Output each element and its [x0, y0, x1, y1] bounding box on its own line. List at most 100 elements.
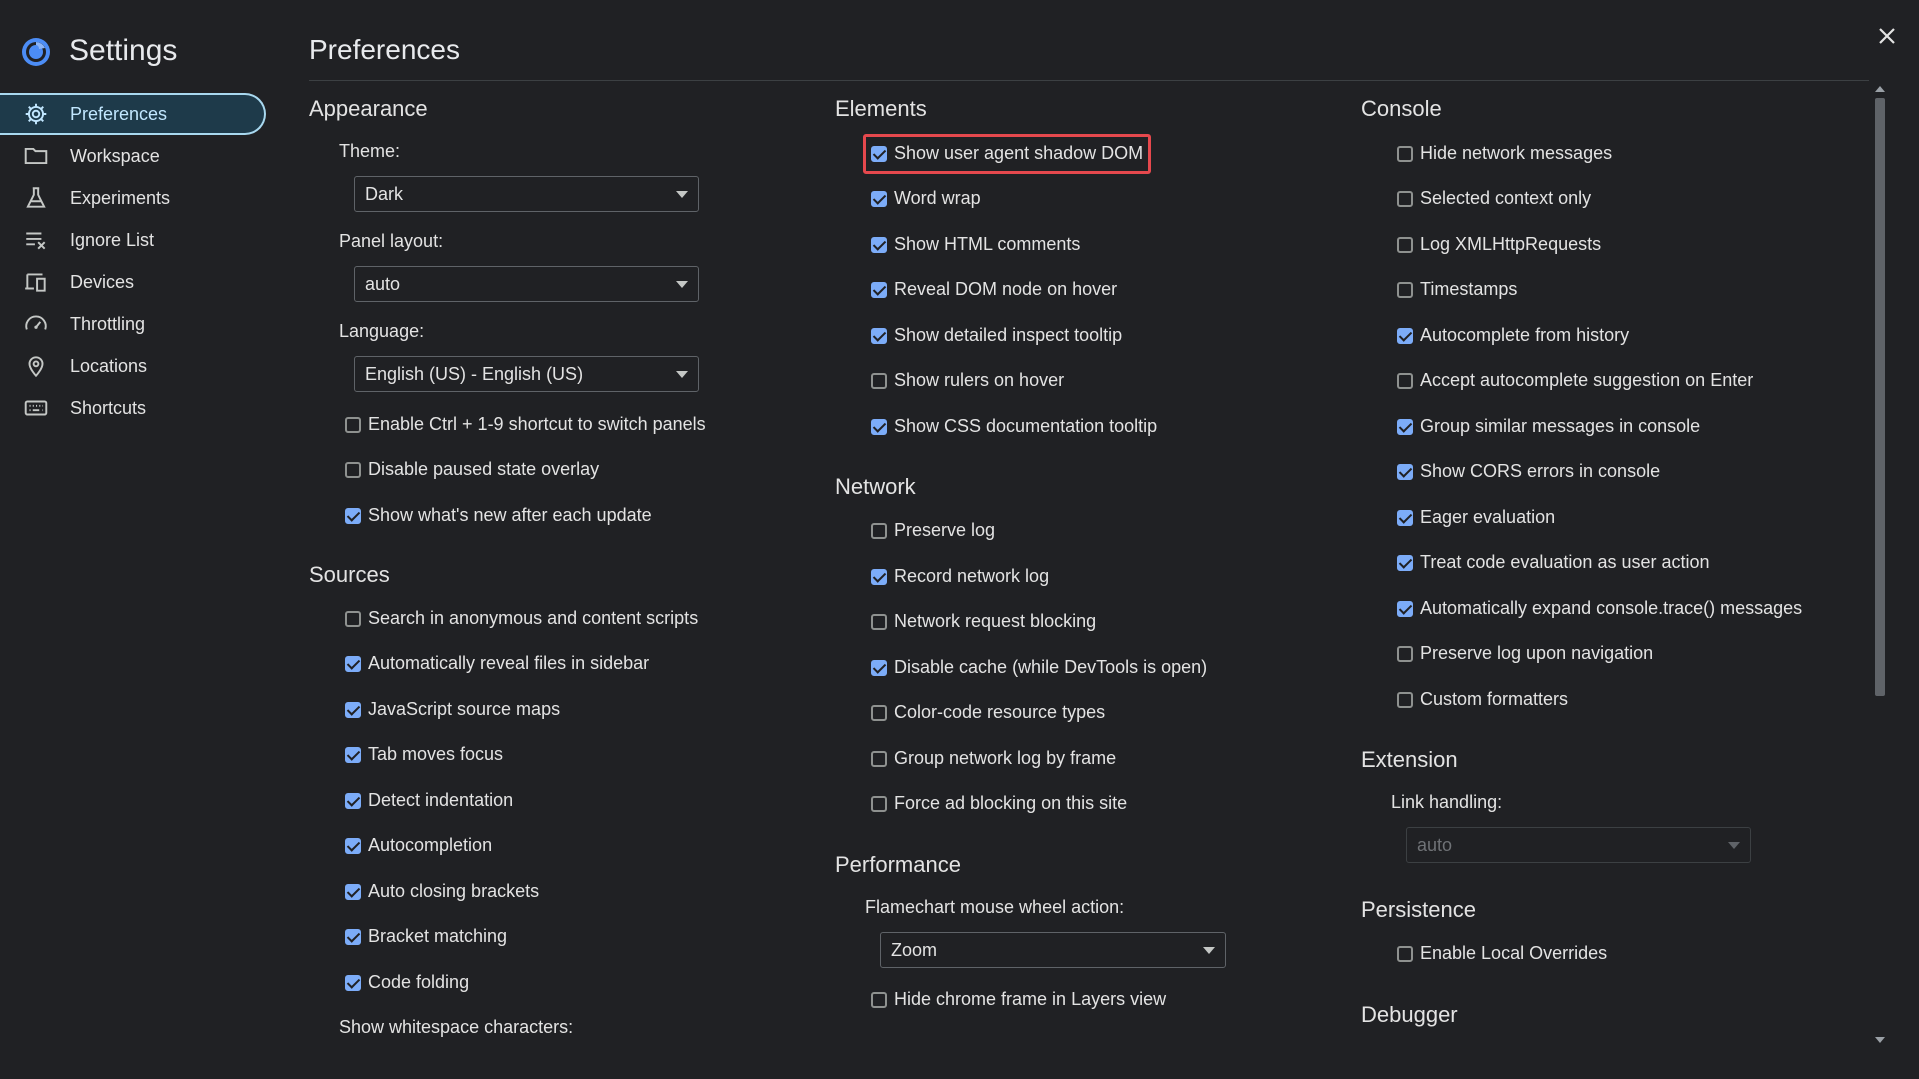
checkbox-color-code-resources[interactable]: Color-code resource types	[871, 702, 1105, 723]
checkbox-box[interactable]	[1397, 600, 1413, 617]
scrollbar-thumb[interactable]	[1875, 98, 1885, 696]
checkbox-record-network-log[interactable]: Record network log	[871, 566, 1049, 587]
checkbox-box[interactable]	[1397, 236, 1413, 253]
checkbox-preserve-log-navigation[interactable]: Preserve log upon navigation	[1397, 643, 1653, 664]
checkbox-box[interactable]	[345, 792, 361, 809]
checkbox-enable-local-overrides[interactable]: Enable Local Overrides	[1397, 943, 1607, 964]
checkbox-box[interactable]	[1397, 945, 1413, 962]
checkbox-code-folding[interactable]: Code folding	[345, 972, 469, 993]
checkbox-box[interactable]	[1397, 372, 1413, 389]
language-select[interactable]: English (US) - English (US)	[354, 356, 699, 392]
checkbox-box[interactable]	[1397, 463, 1413, 480]
checkbox-search-anonymous[interactable]: Search in anonymous and content scripts	[345, 608, 698, 629]
sidebar-item-ignore-list[interactable]: Ignore List	[0, 219, 266, 261]
checkbox-box[interactable]	[345, 883, 361, 900]
checkbox-box[interactable]	[1397, 418, 1413, 435]
checkbox-network-request-blocking[interactable]: Network request blocking	[871, 611, 1096, 632]
theme-select[interactable]: Dark	[354, 176, 699, 212]
checkbox-eager-evaluation[interactable]: Eager evaluation	[1397, 507, 1555, 528]
sidebar-item-preferences[interactable]: Preferences	[0, 93, 266, 135]
checkbox-box[interactable]	[871, 281, 887, 298]
link-handling-select[interactable]: auto	[1406, 827, 1751, 863]
checkbox-detect-indentation[interactable]: Detect indentation	[345, 790, 513, 811]
checkbox-box[interactable]	[871, 704, 887, 721]
checkbox-box[interactable]	[1397, 281, 1413, 298]
close-button[interactable]	[1871, 20, 1903, 52]
checkbox-disable-cache[interactable]: Disable cache (while DevTools is open)	[871, 657, 1207, 678]
sidebar-item-experiments[interactable]: Experiments	[0, 177, 266, 219]
checkbox-box[interactable]	[1397, 645, 1413, 662]
checkbox-box[interactable]	[871, 991, 887, 1008]
sidebar-item-workspace[interactable]: Workspace	[0, 135, 266, 177]
checkbox-box[interactable]	[871, 372, 887, 389]
checkbox-box[interactable]	[345, 416, 361, 433]
checkbox-show-cors-errors[interactable]: Show CORS errors in console	[1397, 461, 1660, 482]
checkbox-box[interactable]	[345, 974, 361, 991]
sidebar-item-locations[interactable]: Locations	[0, 345, 266, 387]
checkbox-box[interactable]	[871, 418, 887, 435]
checkbox-group-by-frame[interactable]: Group network log by frame	[871, 748, 1116, 769]
checkbox-tab-moves-focus[interactable]: Tab moves focus	[345, 744, 503, 765]
checkbox-show-whats-new[interactable]: Show what's new after each update	[345, 505, 652, 526]
checkbox-show-user-agent-shadow-dom[interactable]: Show user agent shadow DOM	[871, 143, 1143, 164]
checkbox-box[interactable]	[345, 928, 361, 945]
scroll-down-arrow-icon[interactable]	[1875, 1037, 1885, 1043]
checkbox-word-wrap[interactable]: Word wrap	[871, 188, 981, 209]
checkbox-box[interactable]	[871, 568, 887, 585]
checkbox-box[interactable]	[871, 236, 887, 253]
checkbox-box[interactable]	[345, 655, 361, 672]
checkbox-js-source-maps[interactable]: JavaScript source maps	[345, 699, 560, 720]
checkbox-box[interactable]	[871, 795, 887, 812]
checkbox-css-documentation-tooltip[interactable]: Show CSS documentation tooltip	[871, 416, 1157, 437]
checkbox-box[interactable]	[345, 746, 361, 763]
checkbox-force-ad-blocking[interactable]: Force ad blocking on this site	[871, 793, 1127, 814]
checkbox-label: Selected context only	[1420, 188, 1592, 208]
checkbox-show-html-comments[interactable]: Show HTML comments	[871, 234, 1080, 255]
checkbox-auto-reveal-files[interactable]: Automatically reveal files in sidebar	[345, 653, 649, 674]
checkbox-auto-closing-brackets[interactable]: Auto closing brackets	[345, 881, 539, 902]
checkbox-preserve-log[interactable]: Preserve log	[871, 520, 995, 541]
checkbox-enable-ctrl-shortcut[interactable]: Enable Ctrl + 1-9 shortcut to switch pan…	[345, 414, 706, 435]
checkbox-box[interactable]	[871, 327, 887, 344]
sidebar-item-throttling[interactable]: Throttling	[0, 303, 266, 345]
checkbox-bracket-matching[interactable]: Bracket matching	[345, 926, 507, 947]
checkbox-box[interactable]	[345, 701, 361, 718]
checkbox-box[interactable]	[1397, 691, 1413, 708]
checkbox-autocomplete-history[interactable]: Autocomplete from history	[1397, 325, 1629, 346]
checkbox-selected-context-only[interactable]: Selected context only	[1397, 188, 1591, 209]
checkbox-box[interactable]	[1397, 190, 1413, 207]
checkbox-autocompletion[interactable]: Autocompletion	[345, 835, 492, 856]
checkbox-box[interactable]	[1397, 327, 1413, 344]
checkbox-log-xmlhttprequests[interactable]: Log XMLHttpRequests	[1397, 234, 1601, 255]
checkbox-hide-network-messages[interactable]: Hide network messages	[1397, 143, 1612, 164]
checkbox-detailed-inspect-tooltip[interactable]: Show detailed inspect tooltip	[871, 325, 1122, 346]
checkbox-box[interactable]	[871, 190, 887, 207]
sidebar-item-devices[interactable]: Devices	[0, 261, 266, 303]
checkbox-box[interactable]	[345, 610, 361, 627]
checkbox-custom-formatters[interactable]: Custom formatters	[1397, 689, 1568, 710]
checkbox-box[interactable]	[871, 522, 887, 539]
flamechart-select[interactable]: Zoom	[880, 932, 1226, 968]
checkbox-box[interactable]	[871, 750, 887, 767]
checkbox-accept-autocomplete-enter[interactable]: Accept autocomplete suggestion on Enter	[1397, 370, 1753, 391]
checkbox-box[interactable]	[345, 461, 361, 478]
checkbox-box[interactable]	[345, 507, 361, 524]
checkbox-show-rulers[interactable]: Show rulers on hover	[871, 370, 1064, 391]
checkbox-box[interactable]	[1397, 554, 1413, 571]
checkbox-box[interactable]	[871, 145, 887, 162]
checkbox-box[interactable]	[871, 613, 887, 630]
checkbox-treat-evaluation-user-action[interactable]: Treat code evaluation as user action	[1397, 552, 1710, 573]
checkbox-hide-chrome-frame[interactable]: Hide chrome frame in Layers view	[871, 989, 1166, 1010]
checkbox-disable-paused-overlay[interactable]: Disable paused state overlay	[345, 459, 599, 480]
panel-layout-select[interactable]: auto	[354, 266, 699, 302]
checkbox-reveal-dom-node[interactable]: Reveal DOM node on hover	[871, 279, 1117, 300]
checkbox-box[interactable]	[1397, 509, 1413, 526]
checkbox-expand-console-trace[interactable]: Automatically expand console.trace() mes…	[1397, 598, 1802, 619]
checkbox-box[interactable]	[871, 659, 887, 676]
checkbox-timestamps[interactable]: Timestamps	[1397, 279, 1517, 300]
checkbox-box[interactable]	[1397, 145, 1413, 162]
sidebar-item-shortcuts[interactable]: Shortcuts	[0, 387, 266, 429]
checkbox-box[interactable]	[345, 837, 361, 854]
checkbox-group-similar-messages[interactable]: Group similar messages in console	[1397, 416, 1700, 437]
scroll-up-arrow-icon[interactable]	[1875, 86, 1885, 92]
